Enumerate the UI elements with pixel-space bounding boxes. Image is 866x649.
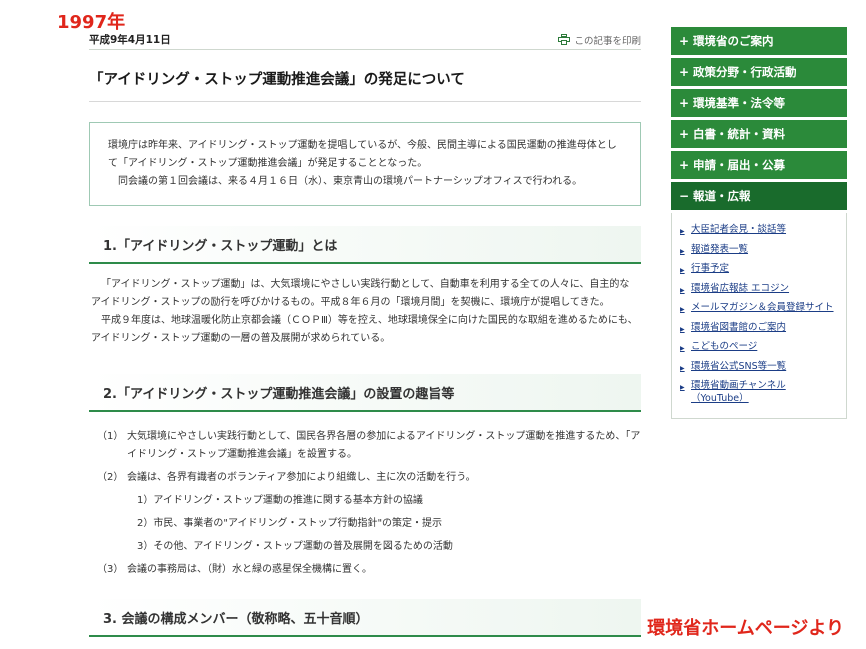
sidebar-item-label: 政策分野・行政活動 bbox=[693, 65, 797, 79]
triangle-right-icon: ▶ bbox=[680, 384, 685, 391]
sidebar-item-label: 環境省のご案内 bbox=[693, 34, 774, 48]
summary-paragraph: 環境庁は昨年来、アイドリング・ストップ運動を提唱しているが、今般、民間主導による… bbox=[108, 140, 617, 169]
list-item-text: 会議は、各界有識者のボランティア参加により組織し、主に次の活動を行う。 bbox=[127, 472, 476, 483]
sidebar-link-kids[interactable]: ▶ こどものページ bbox=[680, 341, 838, 356]
sub-list-item: 2）市民、事業者の"アイドリング・ストップ行動指針"の策定・提示 bbox=[137, 518, 443, 529]
sidebar-item-standards[interactable]: + 環境基準・法令等 bbox=[671, 89, 847, 117]
plus-icon: + bbox=[679, 127, 690, 141]
section-1-paragraph: 「アイドリング・ストップ運動」は、大気環境にやさしい実践行動として、自動車を利用… bbox=[91, 279, 630, 308]
print-label: この記事を印刷 bbox=[574, 35, 641, 47]
list-item-mark: （1） bbox=[97, 431, 124, 442]
list-item: （3） 会議の事務局は、（財）水と緑の惑星保全機構に置く。 bbox=[89, 561, 641, 579]
triangle-right-icon: ▶ bbox=[680, 267, 685, 274]
sidebar-item-applications[interactable]: + 申請・届出・公募 bbox=[671, 151, 847, 179]
list-item-text: 大気環境にやさしい実践行動として、国民各界各層の参加によるアイドリング・ストップ… bbox=[127, 431, 641, 460]
triangle-right-icon: ▶ bbox=[680, 228, 685, 235]
triangle-right-icon: ▶ bbox=[680, 286, 685, 294]
sidebar-link-sns[interactable]: ▶ 環境省公式SNS等一覧 bbox=[680, 361, 838, 376]
list-item-text: 会議の事務局は、（財）水と緑の惑星保全機構に置く。 bbox=[127, 564, 372, 575]
sidebar-link-ecojin[interactable]: ▶ 環境省広報誌 エコジン bbox=[680, 283, 838, 298]
printer-icon bbox=[558, 34, 571, 45]
sidebar-item-press[interactable]: − 報道・広報 bbox=[671, 182, 847, 210]
sidebar-item-label: 白書・統計・資料 bbox=[693, 127, 785, 141]
sidebar-item-label: 環境基準・法令等 bbox=[693, 96, 785, 110]
article: 平成9年4月11日 この記事を印刷 「アイドリング・ストップ運動推進会議」の発足… bbox=[89, 30, 641, 637]
sidebar-link-mailmagazine[interactable]: ▶ メールマガジン＆会員登録サイト bbox=[680, 302, 838, 317]
plus-icon: + bbox=[679, 65, 690, 79]
page-title: 「アイドリング・ストップ運動推進会議」の発足について bbox=[89, 68, 641, 102]
source-stamp: 環境省ホームページより bbox=[647, 618, 844, 639]
sidebar-item-whitepaper[interactable]: + 白書・統計・資料 bbox=[671, 120, 847, 148]
sidebar-item-label: 申請・届出・公募 bbox=[693, 158, 785, 172]
triangle-right-icon: ▶ bbox=[680, 364, 685, 372]
section-heading-2: 2.「アイドリング・ストップ運動推進会議」の設置の趣旨等 bbox=[89, 374, 641, 412]
sidebar-link-press-releases[interactable]: ▶ 報道発表一覧 bbox=[680, 244, 838, 259]
section-heading-1: 1.「アイドリング・ストップ運動」とは bbox=[89, 226, 641, 264]
sub-list-item: 1）アイドリング・ストップ運動の推進に関する基本方針の協議 bbox=[137, 495, 423, 506]
triangle-right-icon: ▶ bbox=[680, 306, 685, 313]
section-heading-3: 3. 会議の構成メンバー（敬称略、五十音順） bbox=[89, 599, 641, 637]
summary-paragraph: 同会議の第１回会議は、来る４月１６日（水）、東京青山の環境パートナーシップオフィ… bbox=[118, 176, 583, 187]
triangle-right-icon: ▶ bbox=[680, 345, 685, 352]
list-item-mark: （2） bbox=[97, 472, 124, 483]
triangle-right-icon: ▶ bbox=[680, 325, 685, 333]
dateline: 平成9年4月11日 この記事を印刷 bbox=[89, 30, 641, 50]
list-item: （1） 大気環境にやさしい実践行動として、国民各界各層の参加によるアイドリング・… bbox=[89, 428, 641, 464]
article-date: 平成9年4月11日 bbox=[89, 34, 171, 46]
section-2-list: （1） 大気環境にやさしい実践行動として、国民各界各層の参加によるアイドリング・… bbox=[89, 428, 641, 579]
sidebar-item-about[interactable]: + 環境省のご案内 bbox=[671, 27, 847, 55]
triangle-right-icon: ▶ bbox=[680, 247, 685, 255]
summary-box: 環境庁は昨年来、アイドリング・ストップ運動を提唱しているが、今般、民間主導による… bbox=[89, 122, 641, 206]
plus-icon: + bbox=[679, 158, 690, 172]
list-item-mark: （3） bbox=[97, 564, 124, 575]
sidebar-link-youtube[interactable]: ▶ 環境省動画チャンネル（YouTube） bbox=[680, 380, 838, 405]
plus-icon: + bbox=[679, 34, 690, 48]
section-1-body: 「アイドリング・ストップ運動」は、大気環境にやさしい実践行動として、自動車を利用… bbox=[89, 276, 641, 348]
sidebar-item-policy[interactable]: + 政策分野・行政活動 bbox=[671, 58, 847, 86]
sub-list-item: 3）その他、アイドリング・ストップ運動の普及展開を図るための活動 bbox=[137, 541, 453, 552]
section-1-paragraph: 平成９年度は、地球温暖化防止京都会議（ＣＯＰⅢ）等を控え、地球環境保全に向けた国… bbox=[91, 315, 638, 344]
list-item: （2） 会議は、各界有識者のボランティア参加により組織し、主に次の活動を行う。 bbox=[89, 469, 641, 487]
sidebar-item-label: 報道・広報 bbox=[693, 189, 751, 203]
minus-icon: − bbox=[679, 189, 690, 203]
plus-icon: + bbox=[679, 96, 690, 110]
sidebar-link-minister-press[interactable]: ▶ 大臣記者会見・談話等 bbox=[680, 224, 838, 239]
sidebar-link-events[interactable]: ▶ 行事予定 bbox=[680, 263, 838, 278]
sidebar-sublinks: ▶ 大臣記者会見・談話等 ▶ 報道発表一覧 ▶ 行事予定 ▶ 環境省広報誌 エコジン ▶… bbox=[671, 213, 847, 419]
sidebar-link-library[interactable]: ▶ 環境省図書館のご案内 bbox=[680, 322, 838, 337]
sidebar: + 環境省のご案内 + 政策分野・行政活動 + 環境基準・法令等 + 白書・統計… bbox=[671, 27, 847, 419]
print-link[interactable]: この記事を印刷 bbox=[558, 33, 641, 47]
